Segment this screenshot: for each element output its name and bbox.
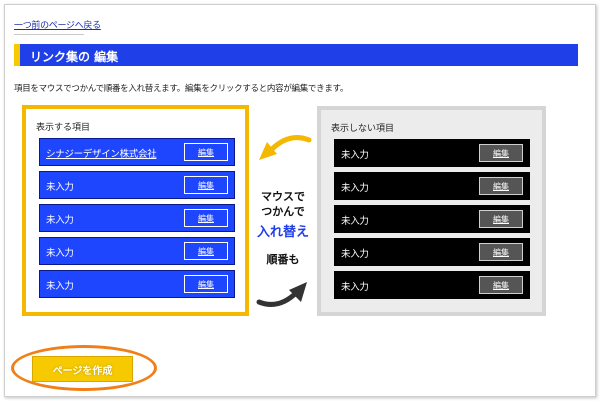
hidden-item-text: 未入力 [341,150,369,161]
hidden-item-row[interactable]: 未入力 編集 [334,271,530,299]
hint-line-3: 入れ替え [256,225,309,240]
edit-button[interactable]: 編集 [184,143,228,161]
edit-button[interactable]: 編集 [479,177,523,195]
hidden-item-row[interactable]: 未入力 編集 [334,139,530,167]
page-title: リンク集の 編集 [30,50,119,64]
shown-item-text: 未入力 [46,215,74,226]
hidden-item-row[interactable]: 未入力 編集 [334,238,530,266]
edit-button[interactable]: 編集 [184,242,228,260]
hidden-item-text: 未入力 [341,249,369,260]
create-page-button[interactable]: ページを作成 [32,356,133,382]
edit-button[interactable]: 編集 [184,275,228,293]
edit-button[interactable]: 編集 [479,276,523,294]
edit-button[interactable]: 編集 [479,210,523,228]
edit-button[interactable]: 編集 [479,243,523,261]
shown-item-text: 未入力 [46,248,74,259]
hidden-item-row[interactable]: 未入力 編集 [334,172,530,200]
edit-button[interactable]: 編集 [184,209,228,227]
shown-item-row[interactable]: 未入力 編集 [39,204,235,232]
curved-arrow-left-icon [259,135,312,160]
shown-item-row[interactable]: シナジーデザイン株式会社 編集 [39,138,235,166]
back-link[interactable]: 一つ前のページへ戻る [14,18,101,31]
hidden-item-row[interactable]: 未入力 編集 [334,205,530,233]
hidden-item-text: 未入力 [341,282,369,293]
divider [14,34,84,35]
shown-item-row[interactable]: 未入力 編集 [39,171,235,199]
page-title-bar: リンク集の 編集 [14,44,578,66]
edit-button[interactable]: 編集 [479,144,523,162]
shown-item-row[interactable]: 未入力 編集 [39,237,235,265]
edit-button[interactable]: 編集 [184,176,228,194]
shown-item-row[interactable]: 未入力 編集 [39,270,235,298]
curved-arrow-right-icon [256,282,307,307]
hidden-item-text: 未入力 [341,183,369,194]
shown-item-text[interactable]: シナジーデザイン株式会社 [46,146,157,160]
hidden-item-text: 未入力 [341,216,369,227]
hint-line-2: つかんで [261,205,305,218]
shown-items-panel: 表示する項目 シナジーデザイン株式会社 編集 未入力 編集 未入力 編集 未入力… [22,105,249,316]
shown-item-text: 未入力 [46,281,74,292]
instructions-text: 項目をマウスでつかんで順番を入れ替えます。編集をクリックすると内容が編集できます… [14,84,349,94]
shown-items-label: 表示する項目 [36,123,91,133]
shown-item-text: 未入力 [46,182,74,193]
hint-line-1: マウスで [261,190,305,203]
hidden-items-panel: 表示しない項目 未入力 編集 未入力 編集 未入力 編集 未入力 編集 未入力 … [317,106,546,316]
reorder-hint: マウスで つかんで 入れ替え 順番も [249,130,317,310]
hidden-items-label: 表示しない項目 [331,124,395,134]
